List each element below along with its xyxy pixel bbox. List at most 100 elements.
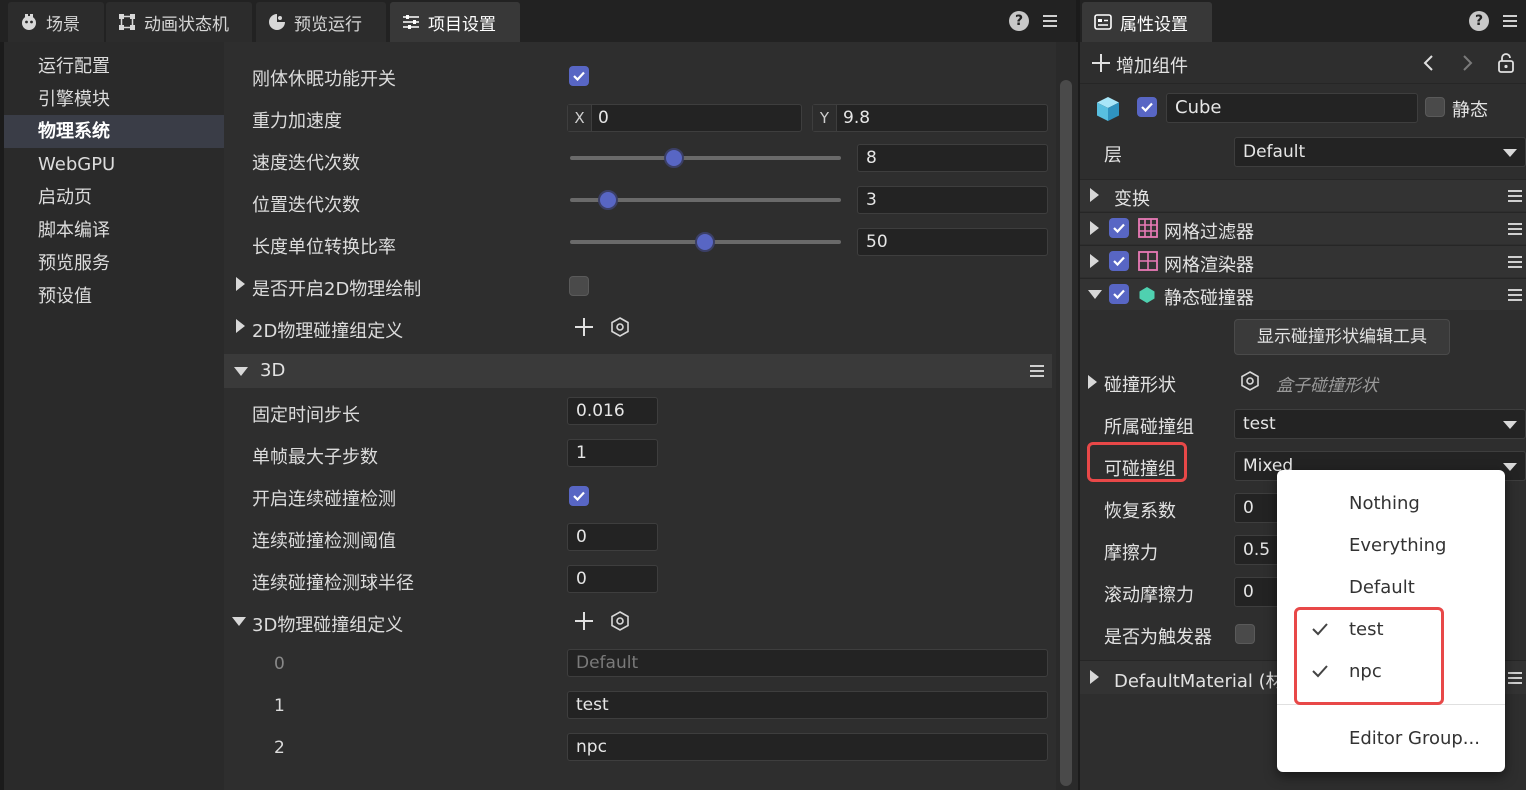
panel-menu-icon[interactable] (1503, 14, 1517, 28)
slider-knob[interactable] (664, 148, 684, 168)
unit-ratio-label: 长度单位转换比率 (252, 237, 396, 258)
collapse-caret-icon[interactable] (1088, 290, 1102, 299)
component-menu-icon[interactable] (1508, 288, 1522, 302)
dropdown-option-everything[interactable]: Everything (1349, 535, 1446, 556)
node-active-checkbox[interactable] (1137, 97, 1157, 117)
gravity-y-field[interactable]: Y 9.8 (812, 104, 1048, 132)
inspector-icon (1094, 13, 1112, 31)
ccd-radius-input[interactable]: 0 (567, 565, 658, 593)
component-transform[interactable]: 变换 (1080, 179, 1526, 211)
dropdown-option-default[interactable]: Default (1349, 577, 1415, 598)
tab-project-settings[interactable]: 项目设置 (390, 2, 520, 42)
settings-hex-icon[interactable] (610, 611, 630, 631)
component-mesh-filter[interactable]: 网格过滤器 (1080, 212, 1526, 244)
slider-knob[interactable] (695, 232, 715, 252)
gravity-x-value: 0 (598, 108, 609, 128)
group-value: test (1243, 414, 1276, 434)
help-icon[interactable]: ? (1469, 11, 1489, 31)
add-component-icon[interactable] (1092, 54, 1110, 72)
static-checkbox[interactable] (1425, 97, 1445, 117)
fixed-step-input[interactable]: 0.016 (567, 397, 658, 425)
section-title: 3D (260, 360, 286, 381)
tab-inspector[interactable]: 属性设置 (1082, 2, 1212, 42)
expand-caret-icon[interactable] (1088, 375, 1097, 389)
shape-hex-icon[interactable] (1240, 371, 1260, 391)
ccd-threshold-input[interactable]: 0 (567, 523, 658, 551)
help-icon[interactable]: ? (1009, 11, 1029, 31)
component-menu-icon[interactable] (1508, 255, 1522, 269)
shape-value[interactable]: 盒子碰撞形状 (1276, 371, 1378, 396)
gravity-x-field[interactable]: X 0 (567, 104, 802, 132)
velocity-iter-input[interactable]: 8 (857, 144, 1048, 172)
component-label: 网格渲染器 (1164, 255, 1254, 276)
nav-item-physics[interactable]: 物理系统 (4, 115, 224, 148)
main-scrollbar[interactable] (1056, 42, 1078, 790)
dropdown-editor-group[interactable]: Editor Group... (1349, 728, 1480, 749)
mesh-filter-icon (1138, 218, 1158, 243)
expand-caret-icon[interactable] (236, 319, 245, 333)
expand-caret-icon[interactable] (1090, 254, 1099, 268)
expand-caret-icon[interactable] (236, 277, 245, 291)
position-iter-slider[interactable] (570, 190, 841, 210)
sleep-checkbox[interactable] (569, 66, 589, 86)
component-static-collider[interactable]: 静态碰撞器 (1080, 278, 1526, 310)
add-icon[interactable] (575, 612, 593, 630)
group-name-input[interactable]: test (567, 691, 1048, 719)
nav-item-preview-server[interactable]: 预览服务 (4, 247, 224, 280)
slider-knob[interactable] (598, 190, 618, 210)
tab-animator[interactable]: 动画状态机 (106, 2, 252, 42)
shape-label: 碰撞形状 (1104, 375, 1176, 396)
scrollbar-thumb[interactable] (1060, 80, 1072, 786)
group-name-input[interactable]: npc (567, 733, 1048, 761)
component-enable-checkbox[interactable] (1109, 251, 1129, 271)
component-label: 网格过滤器 (1164, 222, 1254, 243)
panel-menu-icon[interactable] (1043, 14, 1057, 28)
debug-draw-checkbox[interactable] (569, 276, 589, 296)
position-iter-input[interactable]: 3 (857, 186, 1048, 214)
layer-value: Default (1243, 142, 1306, 162)
collapse-caret-icon[interactable] (232, 617, 246, 626)
dropdown-option-nothing[interactable]: Nothing (1349, 493, 1420, 514)
component-menu-icon[interactable] (1508, 189, 1522, 203)
component-enable-checkbox[interactable] (1109, 284, 1129, 304)
lock-icon[interactable] (1496, 52, 1516, 79)
add-icon[interactable] (575, 318, 593, 336)
section-3d-header[interactable]: 3D (224, 354, 1052, 388)
ccd-checkbox[interactable] (569, 486, 589, 506)
group-select[interactable]: test (1234, 409, 1526, 439)
nav-item-splash[interactable]: 启动页 (4, 181, 224, 214)
component-enable-checkbox[interactable] (1109, 218, 1129, 238)
layer-select[interactable]: Default (1234, 137, 1526, 167)
nav-item-script-compile[interactable]: 脚本编译 (4, 214, 224, 247)
component-mesh-renderer[interactable]: 网格渲染器 (1080, 245, 1526, 277)
unit-ratio-input[interactable]: 50 (857, 228, 1048, 256)
section-menu-icon[interactable] (1030, 364, 1044, 378)
max-substeps-input[interactable]: 1 (567, 439, 658, 467)
ccd-radius-label: 连续碰撞检测球半径 (252, 573, 414, 594)
fixed-step-label: 固定时间步长 (252, 405, 360, 426)
nav-item-run-config[interactable]: 运行配置 (4, 50, 224, 83)
settings-hex-icon[interactable] (610, 317, 630, 337)
trigger-checkbox[interactable] (1235, 624, 1255, 644)
component-menu-icon[interactable] (1508, 222, 1522, 236)
component-label: 变换 (1114, 189, 1150, 210)
node-name-input[interactable]: Cube (1166, 93, 1418, 123)
add-component-button[interactable]: 增加组件 (1116, 52, 1188, 78)
velocity-iter-slider[interactable] (570, 148, 841, 168)
tab-preview[interactable]: 预览运行 (256, 2, 386, 42)
collapse-caret-icon[interactable] (234, 367, 248, 376)
expand-caret-icon[interactable] (1090, 221, 1099, 235)
show-shape-tool-button[interactable]: 显示碰撞形状编辑工具 (1234, 319, 1450, 355)
tab-scene[interactable]: 场景 (8, 2, 104, 42)
nav-item-engine-modules[interactable]: 引擎模块 (4, 83, 224, 116)
component-menu-icon[interactable] (1508, 671, 1522, 685)
expand-caret-icon[interactable] (1090, 188, 1099, 202)
expand-caret-icon[interactable] (1090, 670, 1099, 684)
unit-ratio-slider[interactable] (570, 232, 841, 252)
nav-item-webgpu[interactable]: WebGPU (4, 148, 224, 181)
debug-draw-label: 是否开启2D物理绘制 (252, 279, 422, 300)
nav-item-presets[interactable]: 预设值 (4, 280, 224, 313)
back-arrow-icon[interactable] (1422, 54, 1436, 77)
forward-arrow-icon[interactable] (1460, 54, 1474, 77)
sleep-label: 刚体休眠功能开关 (252, 69, 396, 90)
